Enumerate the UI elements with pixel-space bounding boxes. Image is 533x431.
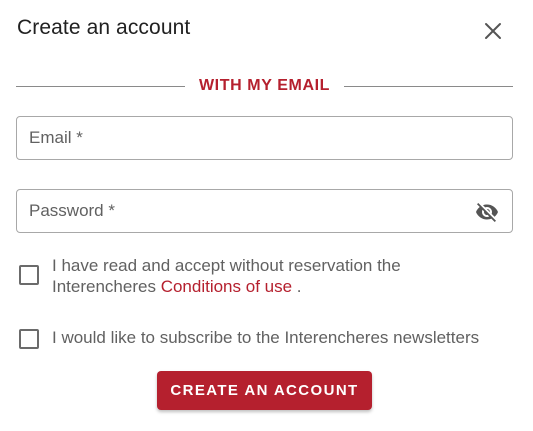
terms-period: .: [296, 277, 302, 296]
email-field[interactable]: [17, 117, 512, 159]
section-label: WITH MY EMAIL: [198, 77, 331, 94]
password-field-wrapper: [16, 189, 513, 233]
password-field[interactable]: [17, 190, 512, 232]
terms-checkbox[interactable]: [19, 265, 39, 285]
terms-row: I have read and accept without reservati…: [19, 255, 472, 297]
toggle-password-visibility-button[interactable]: [474, 199, 500, 225]
newsletter-label: I would like to subscribe to the Interen…: [52, 328, 480, 347]
divider-line-right: [344, 85, 513, 87]
create-account-dialog: Create an account WITH MY EMAIL I have r…: [0, 0, 533, 431]
divider-line-left: [16, 85, 185, 87]
conditions-of-use-link[interactable]: Conditions of use: [161, 277, 292, 296]
close-button[interactable]: [479, 17, 507, 45]
create-account-button[interactable]: CREATE AN ACCOUNT: [157, 371, 372, 410]
newsletter-row: I would like to subscribe to the Interen…: [19, 327, 479, 349]
section-divider: WITH MY EMAIL: [16, 74, 513, 98]
terms-label: I have read and accept without reservati…: [52, 255, 472, 297]
email-field-wrapper: [16, 116, 513, 160]
eye-off-icon: [476, 203, 498, 222]
dialog-title: Create an account: [17, 16, 191, 39]
newsletter-checkbox[interactable]: [19, 329, 39, 349]
close-icon: [485, 23, 501, 39]
